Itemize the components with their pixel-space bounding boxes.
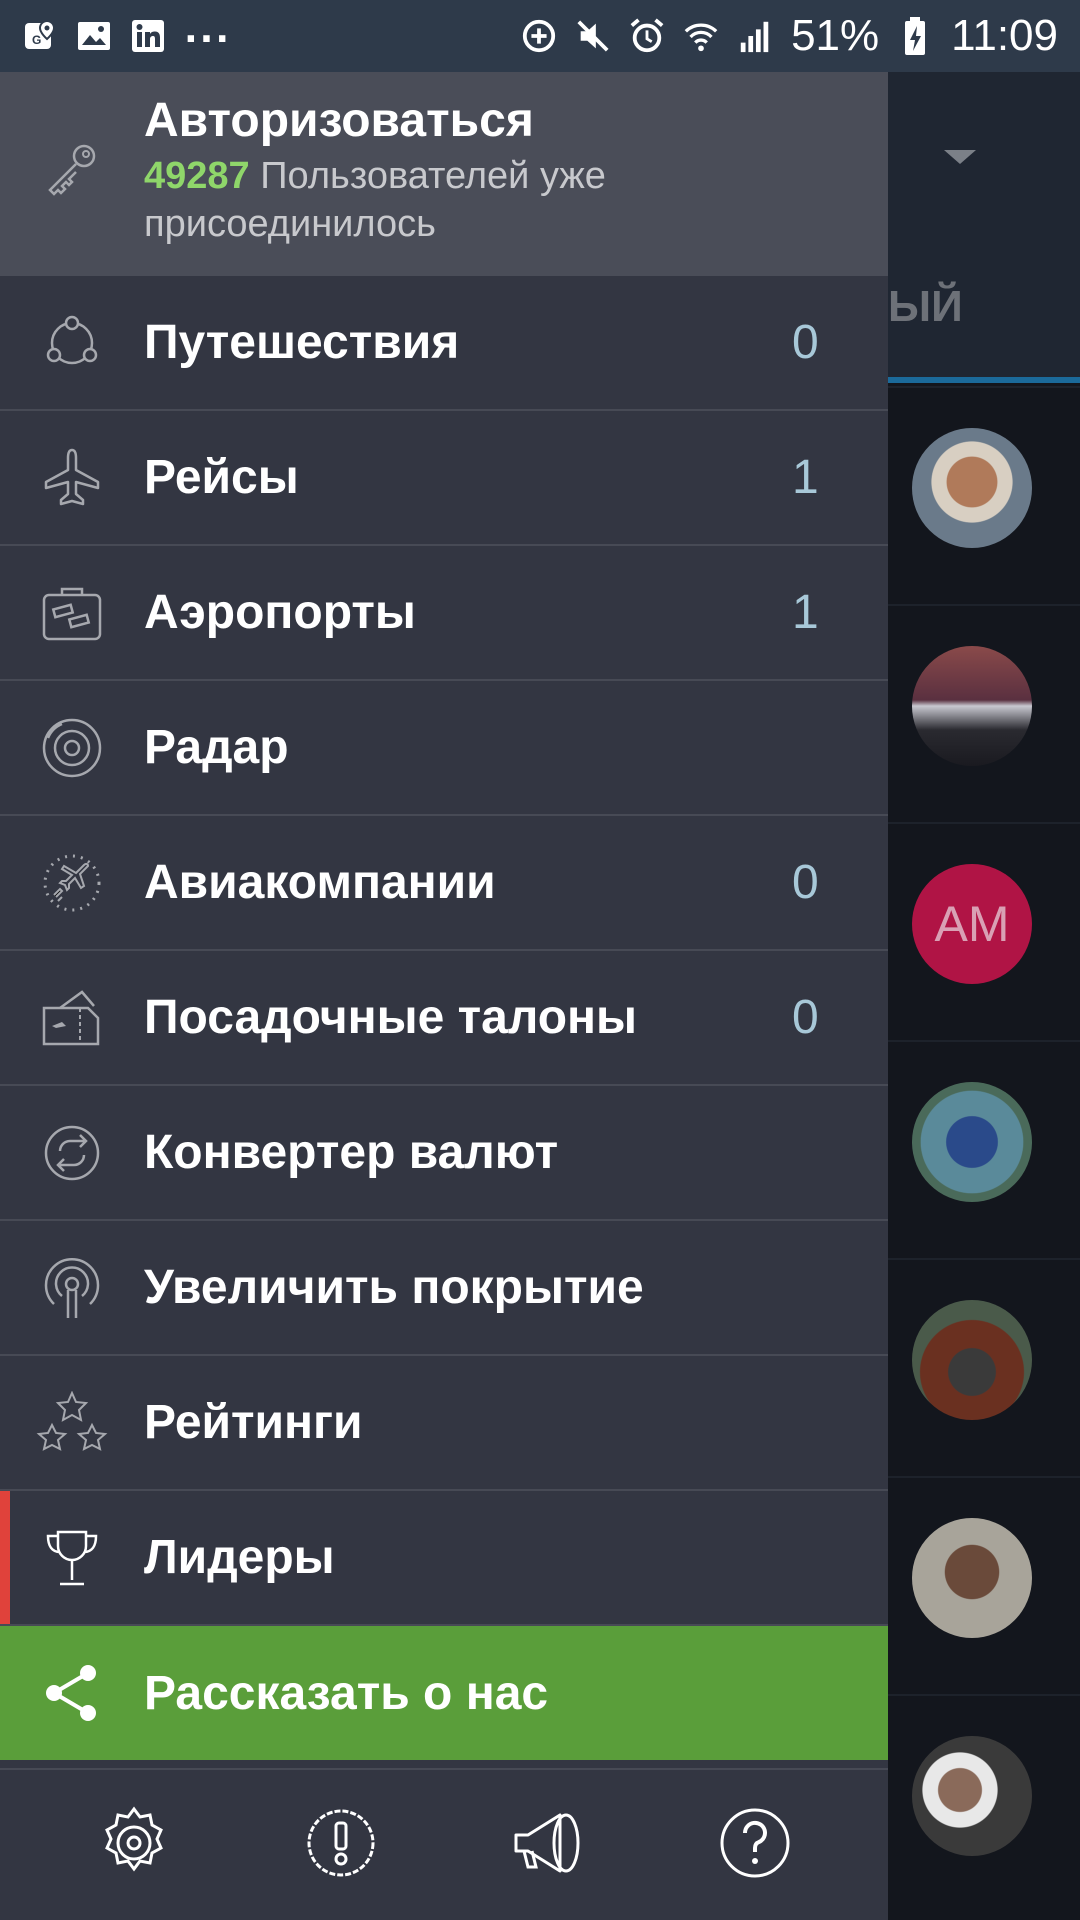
radar-icon — [0, 716, 144, 780]
list-item[interactable] — [888, 386, 1080, 602]
avatar — [912, 1082, 1032, 1202]
login-subtitle: 49287 Пользователей уже присоединилось — [144, 152, 704, 248]
list-item[interactable] — [888, 1258, 1080, 1474]
background-content: ЫЙ AM — [888, 72, 1080, 1920]
list-item[interactable] — [888, 1694, 1080, 1910]
menu-item-label: Авиакомпании — [144, 856, 496, 909]
menu-item-count: 0 — [792, 856, 819, 909]
menu-item-airlines[interactable]: Авиакомпании 0 — [0, 816, 888, 951]
airlines-icon — [0, 851, 144, 915]
clock: 11:09 — [951, 11, 1058, 60]
share-label: Рассказать о нас — [144, 1666, 549, 1720]
maps-icon: G — [22, 18, 58, 54]
menu-item-airports[interactable]: Аэропорты 1 — [0, 546, 888, 681]
alert-icon — [303, 1805, 379, 1885]
status-bar: G ... 51% 11:09 — [0, 0, 1080, 72]
list-item[interactable] — [888, 1040, 1080, 1256]
currency-converter-icon — [0, 1121, 144, 1185]
navigation-drawer: Авторизоваться 49287 Пользователей уже п… — [0, 72, 888, 1920]
wifi-icon — [683, 18, 719, 54]
trips-icon — [0, 313, 144, 373]
drawer-bottom-bar — [0, 1768, 888, 1920]
tab-indicator — [888, 377, 1080, 383]
mute-icon — [575, 18, 611, 54]
menu-item-label: Лидеры — [144, 1531, 335, 1584]
menu-item-label: Радар — [144, 721, 289, 774]
avatar: AM — [912, 864, 1032, 984]
linkedin-icon — [130, 18, 166, 54]
menu-item-label: Путешествия — [144, 316, 460, 369]
menu-item-count: 1 — [792, 451, 819, 504]
list-item[interactable] — [888, 1476, 1080, 1692]
background-header: ЫЙ — [888, 72, 1080, 382]
share-icon — [0, 1661, 144, 1725]
plane-icon — [0, 446, 144, 510]
list-item[interactable]: AM — [888, 822, 1080, 1038]
menu-item-trips[interactable]: Путешествия 0 — [0, 276, 888, 411]
user-count: 49287 — [144, 155, 250, 197]
login-title[interactable]: Авторизоваться — [144, 94, 704, 148]
battery-percent: 51% — [791, 11, 880, 60]
alarm-icon — [629, 18, 665, 54]
menu-item-label: Рейсы — [144, 451, 299, 504]
menu-item-count: 0 — [792, 991, 819, 1044]
settings-button[interactable] — [86, 1797, 182, 1893]
help-icon — [717, 1805, 793, 1885]
menu-item-currency-converter[interactable]: Конвертер валют — [0, 1086, 888, 1221]
report-issue-button[interactable] — [293, 1797, 389, 1893]
avatar — [912, 646, 1032, 766]
avatar — [912, 1300, 1032, 1420]
menu-item-flights[interactable]: Рейсы 1 — [0, 411, 888, 546]
dropdown-arrow-icon[interactable] — [944, 150, 976, 164]
background-tab-label[interactable]: ЫЙ — [888, 282, 963, 332]
share-button[interactable]: Рассказать о нас — [0, 1626, 888, 1760]
more-notifications: ... — [184, 10, 232, 51]
stars-icon — [0, 1390, 144, 1455]
antenna-icon — [0, 1256, 144, 1320]
menu-item-label: Рейтинги — [144, 1396, 363, 1449]
trophy-icon — [0, 1526, 144, 1590]
menu-item-label: Посадочные талоны — [144, 991, 638, 1044]
key-icon — [0, 94, 144, 198]
battery-charging-icon — [897, 17, 933, 55]
menu-item-increase-coverage[interactable]: Увеличить покрытие — [0, 1221, 888, 1356]
menu-item-count: 0 — [792, 316, 819, 369]
luggage-icon — [0, 581, 144, 645]
image-icon — [76, 18, 112, 54]
avatar — [912, 1736, 1032, 1856]
menu-item-label: Аэропорты — [144, 586, 416, 639]
data-saver-icon — [521, 18, 557, 54]
menu-item-ratings[interactable]: Рейтинги — [0, 1356, 888, 1491]
boarding-pass-icon — [0, 986, 144, 1050]
settings-icon — [96, 1805, 172, 1885]
list-item[interactable] — [888, 604, 1080, 820]
menu-item-count: 1 — [792, 586, 819, 639]
announcements-button[interactable] — [500, 1797, 596, 1893]
menu-item-boarding-passes[interactable]: Посадочные талоны 0 — [0, 951, 888, 1086]
svg-text:G: G — [32, 33, 41, 47]
avatar — [912, 428, 1032, 548]
avatar — [912, 1518, 1032, 1638]
menu-item-label: Конвертер валют — [144, 1126, 559, 1179]
help-button[interactable] — [707, 1797, 803, 1893]
menu-item-radar[interactable]: Радар — [0, 681, 888, 816]
menu-item-label: Увеличить покрытие — [144, 1261, 644, 1314]
signal-icon — [737, 18, 773, 54]
menu-item-leaders[interactable]: Лидеры — [0, 1491, 888, 1626]
login-header[interactable]: Авторизоваться 49287 Пользователей уже п… — [0, 72, 888, 276]
megaphone-icon — [510, 1805, 586, 1885]
